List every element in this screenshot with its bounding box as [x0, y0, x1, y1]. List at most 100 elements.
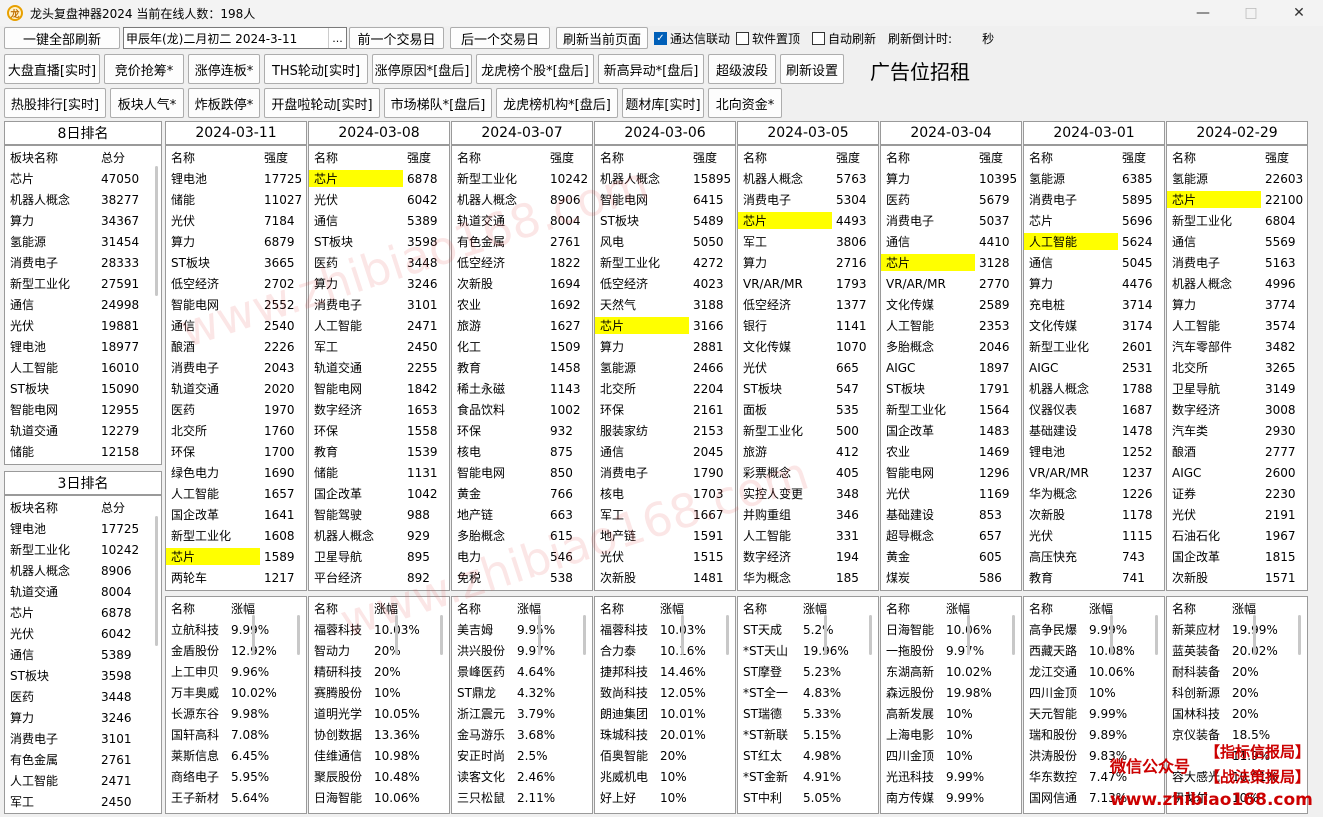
scrollbar[interactable] — [297, 615, 300, 655]
table-row[interactable]: 机器人概念 8906 — [5, 560, 161, 581]
table-row[interactable]: 人工智能 2471 — [309, 315, 449, 336]
table-row[interactable]: 医药 3448 — [5, 686, 161, 707]
table-row[interactable]: 智能电网 1842 — [309, 378, 449, 399]
day-date-header[interactable]: 2024-02-29 — [1166, 121, 1308, 145]
table-row[interactable]: 蓝英装备20.02% — [1167, 640, 1307, 661]
table-row[interactable]: 次新股 1694 — [452, 273, 592, 294]
table-row[interactable]: 消费电子 3101 — [5, 728, 161, 749]
table-row[interactable]: 卫星导航 895 — [309, 546, 449, 567]
table-row[interactable]: ST瑞德 5.33% — [738, 703, 878, 724]
day-date-header[interactable]: 2024-03-08 — [308, 121, 450, 145]
table-row[interactable]: 王子新材 5.64% — [166, 787, 306, 808]
table-row[interactable]: 机器人概念 15895 — [595, 168, 735, 189]
table-row[interactable]: 稀土永磁 1143 — [452, 378, 592, 399]
table-row[interactable]: 四川金顶 10% — [881, 745, 1021, 766]
refresh-all-button[interactable]: 一键全部刷新 — [4, 27, 120, 49]
table-row[interactable]: 轨道交通 2255 — [309, 357, 449, 378]
table-row[interactable]: 汽车类 2930 — [1167, 420, 1307, 441]
table-row[interactable]: 芯片 5696 — [1024, 210, 1164, 231]
table-row[interactable]: 算力 2881 — [595, 336, 735, 357]
table-row[interactable]: 光伏 6042 — [309, 189, 449, 210]
table-row[interactable]: ST板块 15090 — [5, 378, 161, 399]
scrollbar[interactable] — [1110, 615, 1113, 655]
table-row[interactable]: VR/AR/MR 1793 — [738, 273, 878, 294]
limit-up-stock-table[interactable]: 名称 涨幅立航科技 9.99% 金盾股份12.92% 上工申贝 9.96% 万丰奥威 10.0… — [165, 596, 307, 814]
table-row[interactable]: 日海智能 10.06% — [309, 787, 449, 808]
table-row[interactable]: 福蓉科技10.03% — [595, 619, 735, 640]
table-row[interactable]: 合力泰10.16% — [595, 640, 735, 661]
table-row[interactable]: 氢能源 6385 — [1024, 168, 1164, 189]
table-row[interactable]: 光伏 1115 — [1024, 525, 1164, 546]
table-row[interactable]: 人工智能 3574 — [1167, 315, 1307, 336]
table-row[interactable]: 光伏 665 — [738, 357, 878, 378]
table-row[interactable]: 面板 535 — [738, 399, 878, 420]
table-row[interactable]: 消费电子 5037 — [881, 210, 1021, 231]
table-row[interactable]: 医药 5679 — [881, 189, 1021, 210]
table-row[interactable]: 北交所 2204 — [595, 378, 735, 399]
table-row[interactable]: ST板块 3598 — [309, 231, 449, 252]
table-row[interactable]: 安正时尚 2.5% — [452, 745, 592, 766]
scrollbar[interactable] — [824, 615, 827, 655]
table-row[interactable]: 消费电子 28333 — [5, 252, 161, 273]
table-row[interactable]: AIGC 2531 — [1024, 357, 1164, 378]
table-row[interactable]: 光迅科技 9.99% — [881, 766, 1021, 787]
table-row[interactable]: 读客文化 2.46% — [452, 766, 592, 787]
table-row[interactable]: 智能电网 12955 — [5, 399, 161, 420]
table-row[interactable]: 实控人变更 348 — [738, 483, 878, 504]
limit-up-stock-table[interactable]: 名称 涨幅高争民爆 9.99% 西藏天路10.08% 龙江交通 10.06% 四川金顶 10%… — [1023, 596, 1165, 814]
table-row[interactable]: 新型工业化 500 — [738, 420, 878, 441]
table-row[interactable]: 机器人概念 5763 — [738, 168, 878, 189]
table-row[interactable]: 上海电影 10% — [881, 724, 1021, 745]
scrollbar[interactable] — [252, 615, 255, 655]
toolbar-button[interactable]: 竞价抢筹* — [104, 54, 184, 84]
rank-3day-table[interactable]: 板块名称 总分 锂电池 17725 新型工业化 10242 机器人概念 8906 轨道交通 800… — [4, 495, 162, 814]
table-row[interactable]: 算力 6879 — [166, 231, 306, 252]
table-row[interactable]: 莱斯信息 6.45% — [166, 745, 306, 766]
sector-strength-table[interactable]: 名称 强度 算力 10395 医药 5679 消费电子 5037 通信 4410 芯片 3128 VR/… — [880, 145, 1022, 591]
table-row[interactable]: 森远股份 19.98% — [881, 682, 1021, 703]
table-row[interactable]: 消费电子 5895 — [1024, 189, 1164, 210]
table-row[interactable]: 数字经济 3008 — [1167, 399, 1307, 420]
table-row[interactable]: 核电 1703 — [595, 483, 735, 504]
table-row[interactable]: 服装家纺 2153 — [595, 420, 735, 441]
table-row[interactable]: 锂电池 17725 — [5, 518, 161, 539]
table-row[interactable]: 环保 1558 — [309, 420, 449, 441]
table-row[interactable]: 通信 5389 — [5, 644, 161, 665]
table-row[interactable]: 容大感光 10.01% — [1167, 766, 1307, 787]
table-row[interactable]: 国轩高科 7.08% — [166, 724, 306, 745]
table-row[interactable]: 珠城科技 20.01% — [595, 724, 735, 745]
day-date-header[interactable]: 2024-03-11 — [165, 121, 307, 145]
table-row[interactable]: 洪涛股份 9.83% — [1024, 745, 1164, 766]
scrollbar[interactable] — [1253, 615, 1256, 655]
table-row[interactable]: VR/AR/MR 1237 — [1024, 462, 1164, 483]
table-row[interactable]: 福蓉科技10.03% — [309, 619, 449, 640]
toolbar-button[interactable]: 北向资金* — [708, 88, 782, 118]
table-row[interactable]: 伊戈尔 10% — [1167, 787, 1307, 808]
table-row[interactable]: 电力 546 — [452, 546, 592, 567]
table-row[interactable]: 算力 34367 — [5, 210, 161, 231]
table-row[interactable]: 酿酒 2226 — [166, 336, 306, 357]
table-row[interactable]: 黄金 766 — [452, 483, 592, 504]
table-row[interactable]: 酿酒 2777 — [1167, 441, 1307, 462]
prev-trading-day-button[interactable]: 前一个交易日 — [349, 27, 444, 49]
table-row[interactable]: 轨道交通 12279 — [5, 420, 161, 441]
table-row[interactable]: 通信 5045 — [1024, 252, 1164, 273]
table-row[interactable]: 智动力 20% — [309, 640, 449, 661]
table-row[interactable]: 旅游 1627 — [452, 315, 592, 336]
table-row[interactable]: ST天成 5.2% — [738, 619, 878, 640]
table-row[interactable]: 军工 1667 — [595, 504, 735, 525]
table-row[interactable]: 京仪装备 18.5% — [1167, 724, 1307, 745]
table-row[interactable]: 轨道交通 8004 — [5, 581, 161, 602]
limit-up-stock-table[interactable]: 名称 涨幅福蓉科技10.03%合力泰10.16% 捷邦科技 14.46% 致尚科技 12.… — [594, 596, 736, 814]
table-row[interactable]: 地产链 663 — [452, 504, 592, 525]
scrollbar[interactable] — [538, 615, 541, 655]
scrollbar[interactable] — [1155, 615, 1158, 655]
limit-up-stock-table[interactable]: 名称 涨幅福蓉科技10.03%智动力20% 精研科技 20% 赛腾股份 10% 道明光学 10… — [308, 596, 450, 814]
scrollbar[interactable] — [155, 166, 158, 296]
table-row[interactable]: 光伏 7184 — [166, 210, 306, 231]
table-row[interactable]: 万丰奥威 10.02% — [166, 682, 306, 703]
table-row[interactable]: 银行 1141 — [738, 315, 878, 336]
sector-strength-table[interactable]: 名称 强度 氢能源 22603 芯片 22100 新型工业化 6804 通信 5569 消费电子 51… — [1166, 145, 1308, 591]
table-row[interactable]: 旅游 412 — [738, 441, 878, 462]
toolbar-button[interactable]: 大盘直播[实时] — [4, 54, 100, 84]
